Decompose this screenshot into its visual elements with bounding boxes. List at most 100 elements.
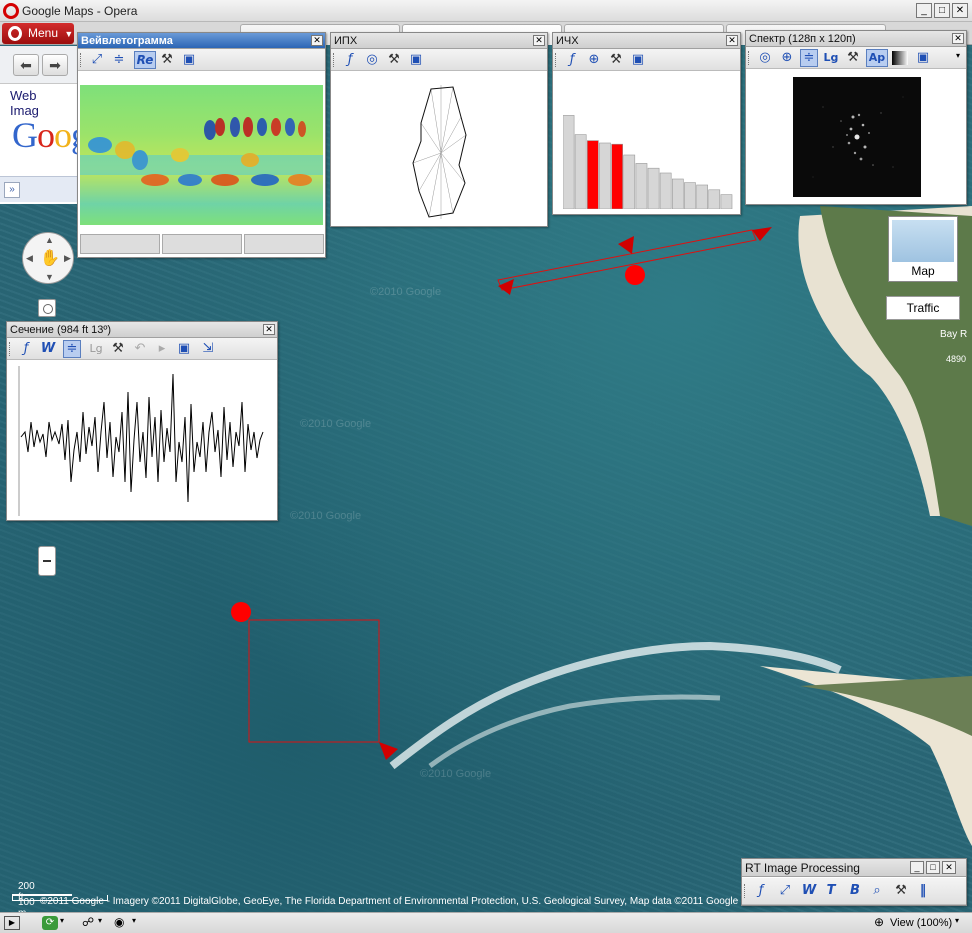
toolbar-grip[interactable] xyxy=(9,342,11,356)
search-icon[interactable]: ⌕ xyxy=(868,882,886,900)
map-watermark: ©2010 Google xyxy=(370,286,442,298)
ipkh-window[interactable]: ИПХ ✕ ƒ ◎ ⚒ ▣ xyxy=(330,32,548,227)
back-button[interactable]: ⬅ xyxy=(13,54,39,76)
pan-left-icon[interactable]: ◀ xyxy=(26,253,33,264)
toolbar-grip[interactable] xyxy=(555,53,557,67)
settings-icon[interactable]: ⚒ xyxy=(385,51,403,69)
save-icon[interactable]: ▣ xyxy=(914,49,932,67)
align-icon[interactable]: ≑ xyxy=(63,340,81,358)
align-icon[interactable]: ≑ xyxy=(800,49,818,67)
settings-icon[interactable]: ⚒ xyxy=(158,51,176,69)
zoom-level[interactable]: View (100%) xyxy=(890,917,952,929)
chevron-down-icon[interactable]: ▾ xyxy=(132,916,136,925)
selection-handle-top xyxy=(231,602,251,622)
pan-control[interactable]: ▲ ▼ ◀ ▶ ✋ xyxy=(22,232,74,284)
save-icon[interactable]: ▣ xyxy=(180,51,198,69)
ipkh-title[interactable]: ИПХ xyxy=(331,33,547,49)
ichkh-close-button[interactable]: ✕ xyxy=(726,35,738,46)
chevron-down-icon[interactable]: ▾ xyxy=(98,916,102,925)
traffic-button[interactable]: Traffic xyxy=(886,296,960,320)
fit-icon[interactable]: ⤢ xyxy=(88,51,106,69)
wavelet-close-button[interactable]: ✕ xyxy=(311,35,323,46)
toolbar-grip[interactable] xyxy=(333,53,335,67)
cursor-icon[interactable]: ▸ xyxy=(153,340,171,358)
save-icon[interactable]: ▣ xyxy=(407,51,425,69)
rt-maximize-button[interactable]: □ xyxy=(926,861,940,874)
wavelet-window[interactable]: Вейвлетограмма ✕ ⤢ ≑ Re ⚒ ▣ xyxy=(77,32,326,258)
section-handle-right xyxy=(752,227,772,241)
section-window[interactable]: Сечение (984 ft 13º) ✕ ƒ W ≑ Lg ⚒ ↶ ▸ ▣ … xyxy=(6,321,278,521)
toolbar-grip[interactable] xyxy=(748,51,750,65)
function-icon[interactable]: ƒ xyxy=(17,340,35,358)
rt-close-button[interactable]: ✕ xyxy=(942,861,956,874)
logo-letter: G xyxy=(12,115,38,155)
ichkh-title[interactable]: ИЧХ xyxy=(553,33,740,49)
close-button[interactable]: ✕ xyxy=(952,3,968,18)
pan-right-icon[interactable]: ▶ xyxy=(64,253,71,264)
toolbar-grip[interactable] xyxy=(744,884,746,898)
pan-up-icon[interactable]: ▲ xyxy=(45,235,54,245)
align-icon[interactable]: ≑ xyxy=(110,51,128,69)
crosshair-icon[interactable]: ⊕ xyxy=(585,51,603,69)
chevron-down-icon[interactable]: ▾ xyxy=(60,916,64,925)
maximize-button[interactable]: □ xyxy=(934,3,950,18)
settings-icon[interactable]: ⚒ xyxy=(892,882,910,900)
chevron-down-icon[interactable]: ▾ xyxy=(955,916,959,925)
save-icon[interactable]: ▣ xyxy=(175,340,193,358)
settings-icon[interactable]: ⚒ xyxy=(109,340,127,358)
function-icon[interactable]: ƒ xyxy=(563,51,581,69)
link-web[interactable]: Web xyxy=(10,88,37,103)
toolbar-overflow-icon[interactable]: ▾ xyxy=(956,51,960,60)
export-icon[interactable]: ⇲ xyxy=(199,340,217,358)
panel-toggle-icon[interactable]: ▶ xyxy=(4,916,20,930)
map-type-button[interactable]: Map xyxy=(888,216,958,282)
spectrum-window[interactable]: Спектр (128п x 120п) ✕ ◎ ⊕ ≑ Lg ⚒ Ap ▣ ▾ xyxy=(745,30,967,205)
target-icon[interactable]: ◎ xyxy=(756,49,774,67)
spectrum-close-button[interactable]: ✕ xyxy=(952,33,964,44)
navigation-bar: ⬅ ➡ xyxy=(0,46,80,84)
logo-letter: o xyxy=(37,115,55,155)
re-button[interactable]: Re xyxy=(134,51,156,69)
turbo-icon[interactable]: ☍ xyxy=(82,915,94,929)
rt-minimize-button[interactable]: _ xyxy=(910,861,924,874)
fit-icon[interactable]: ⤢ xyxy=(776,882,794,900)
target-icon[interactable]: ◎ xyxy=(363,51,381,69)
crosshair-icon[interactable]: ⊕ xyxy=(778,49,796,67)
unite-icon[interactable]: ◉ xyxy=(114,915,124,929)
selection-square xyxy=(248,619,380,743)
undo-icon[interactable]: ↶ xyxy=(131,340,149,358)
pause-icon[interactable]: ‖ xyxy=(914,882,932,900)
zoom-in-button[interactable] xyxy=(38,299,56,317)
ichkh-toolbar: ƒ ⊕ ⚒ ▣ xyxy=(553,49,740,71)
wavelet-title[interactable]: Вейвлетограмма xyxy=(78,33,325,49)
text-icon[interactable]: T xyxy=(822,882,840,900)
spectrum-title[interactable]: Спектр (128п x 120п) xyxy=(746,31,966,47)
pan-down-icon[interactable]: ▼ xyxy=(45,272,54,282)
section-title[interactable]: Сечение (984 ft 13º) xyxy=(7,322,277,338)
sync-icon[interactable]: ⟳ xyxy=(42,916,58,930)
opera-menu-button[interactable]: Menu ▼ xyxy=(2,23,74,44)
b-icon[interactable]: B xyxy=(846,882,864,900)
rt-window[interactable]: RT Image Processing _ □ ✕ ƒ ⤢ W T B ⌕ ⚒ … xyxy=(741,858,967,906)
function-icon[interactable]: ƒ xyxy=(341,51,359,69)
spectrum-image xyxy=(793,77,921,197)
zoom-slider-handle[interactable] xyxy=(38,546,56,576)
settings-icon[interactable]: ⚒ xyxy=(607,51,625,69)
ichkh-window[interactable]: ИЧХ ✕ ƒ ⊕ ⚒ ▣ xyxy=(552,32,741,215)
w-icon[interactable]: W xyxy=(800,882,818,900)
settings-icon[interactable]: ⚒ xyxy=(844,49,862,67)
section-close-button[interactable]: ✕ xyxy=(263,324,275,335)
expand-panel-button[interactable]: » xyxy=(4,182,20,198)
gradient-icon[interactable] xyxy=(892,51,908,65)
save-icon[interactable]: ▣ xyxy=(629,51,647,69)
lg-button[interactable]: Lg xyxy=(87,340,105,358)
w-icon[interactable]: W xyxy=(39,340,57,358)
ipkh-close-button[interactable]: ✕ xyxy=(533,35,545,46)
function-icon[interactable]: ƒ xyxy=(752,882,770,900)
lg-button[interactable]: Lg xyxy=(822,49,840,67)
ap-button[interactable]: Ap xyxy=(866,49,888,67)
map-watermark: ©2010 Google xyxy=(420,768,492,780)
toolbar-grip[interactable] xyxy=(80,53,82,67)
forward-button[interactable]: ➡ xyxy=(42,54,68,76)
minimize-button[interactable]: _ xyxy=(916,3,932,18)
